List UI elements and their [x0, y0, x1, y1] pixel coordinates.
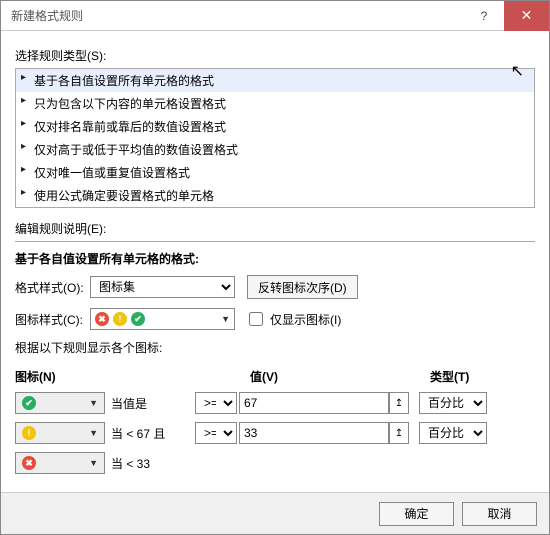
value-picker-button[interactable]: ↥: [389, 422, 409, 444]
condition-text: 当值是: [111, 395, 195, 412]
icon-select[interactable]: ! ▼: [15, 422, 105, 444]
group-title: 基于各自值设置所有单元格的格式:: [15, 250, 535, 267]
cancel-button[interactable]: 取消: [462, 502, 537, 526]
value-picker-button[interactable]: ↥: [389, 392, 409, 414]
format-style-label: 格式样式(O):: [15, 279, 90, 296]
condition-text: 当 < 33: [111, 455, 195, 472]
rule-type-item[interactable]: 基于各自值设置所有单元格的格式: [16, 69, 534, 92]
value-input[interactable]: [239, 422, 389, 444]
close-button[interactable]: ✕: [504, 1, 549, 31]
operator-select[interactable]: >=: [195, 392, 237, 414]
condition-text: 当 < 67 且: [111, 425, 195, 442]
rule-type-item[interactable]: 仅对排名靠前或靠后的数值设置格式: [16, 115, 534, 138]
icon-rule-row: ✔ ▼ 当值是 >= ↥ 百分比: [15, 391, 535, 415]
titlebar: 新建格式规则 ? ✕: [1, 1, 549, 31]
format-style-select[interactable]: 图标集: [90, 276, 235, 298]
rule-type-list[interactable]: 基于各自值设置所有单元格的格式 只为包含以下内容的单元格设置格式 仅对排名靠前或…: [15, 68, 535, 208]
chevron-down-icon: ▼: [89, 428, 98, 438]
show-icon-only-checkbox[interactable]: [249, 312, 263, 326]
rule-type-item[interactable]: 仅对唯一值或重复值设置格式: [16, 161, 534, 184]
type-select[interactable]: 百分比: [419, 422, 487, 444]
chevron-down-icon: ▼: [89, 458, 98, 468]
red-x-icon: ✖: [22, 456, 36, 470]
rule-type-item[interactable]: 使用公式确定要设置格式的单元格: [16, 184, 534, 207]
header-value: 值(V): [250, 370, 278, 384]
ok-button[interactable]: 确定: [379, 502, 454, 526]
green-circle-icon: ✔: [131, 312, 145, 326]
help-button[interactable]: ?: [464, 1, 504, 31]
icon-style-label: 图标样式(C):: [15, 311, 90, 328]
edit-rule-group: 基于各自值设置所有单元格的格式: 格式样式(O): 图标集 反转图标次序(D) …: [15, 241, 535, 475]
rule-type-item[interactable]: 只为包含以下内容的单元格设置格式: [16, 92, 534, 115]
reverse-icon-order-button[interactable]: 反转图标次序(D): [247, 275, 358, 299]
chevron-down-icon: ▼: [89, 398, 98, 408]
operator-select[interactable]: >=: [195, 422, 237, 444]
header-icon: 图标(N): [15, 370, 56, 384]
value-input[interactable]: [239, 392, 389, 414]
yellow-circle-icon: !: [113, 312, 127, 326]
icon-style-select[interactable]: ✖ ! ✔ ▼: [90, 308, 235, 330]
type-select[interactable]: 百分比: [419, 392, 487, 414]
rule-type-label: 选择规则类型(S):: [15, 47, 535, 64]
icon-rule-row: ! ▼ 当 < 67 且 >= ↥ 百分比: [15, 421, 535, 445]
show-icon-only-label: 仅显示图标(I): [270, 311, 341, 328]
icon-select[interactable]: ✖ ▼: [15, 452, 105, 474]
yellow-exclaim-icon: !: [22, 426, 36, 440]
green-check-icon: ✔: [22, 396, 36, 410]
red-circle-icon: ✖: [95, 312, 109, 326]
columns-header: 图标(N) 值(V) 类型(T): [15, 368, 535, 385]
icon-select[interactable]: ✔ ▼: [15, 392, 105, 414]
chevron-down-icon: ▼: [221, 314, 230, 324]
edit-rule-label: 编辑规则说明(E):: [15, 220, 535, 237]
dialog-footer: 确定 取消: [1, 492, 549, 534]
rule-display-label: 根据以下规则显示各个图标:: [15, 339, 535, 356]
rule-type-item[interactable]: 仅对高于或低于平均值的数值设置格式: [16, 138, 534, 161]
header-type: 类型(T): [430, 370, 469, 384]
window-title: 新建格式规则: [1, 7, 464, 24]
icon-rule-row: ✖ ▼ 当 < 33: [15, 451, 535, 475]
